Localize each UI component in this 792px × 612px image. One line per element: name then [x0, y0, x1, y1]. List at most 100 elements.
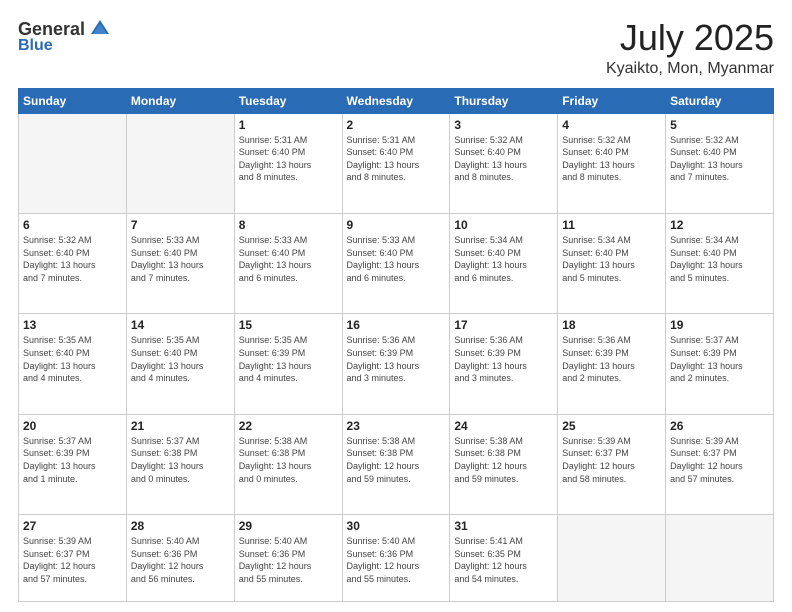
day-number: 19 [670, 318, 769, 332]
table-row: 15 Sunrise: 5:35 AM Sunset: 6:39 PM Dayli… [234, 314, 342, 414]
day-info: Sunrise: 5:39 AM Sunset: 6:37 PM Dayligh… [23, 535, 122, 585]
table-row [126, 113, 234, 213]
calendar-header-row: Sunday Monday Tuesday Wednesday Thursday… [19, 88, 774, 113]
day-info: Sunrise: 5:34 AM Sunset: 6:40 PM Dayligh… [562, 234, 661, 284]
day-number: 6 [23, 218, 122, 232]
day-number: 11 [562, 218, 661, 232]
day-info: Sunrise: 5:40 AM Sunset: 6:36 PM Dayligh… [131, 535, 230, 585]
day-number: 13 [23, 318, 122, 332]
day-number: 18 [562, 318, 661, 332]
day-number: 31 [454, 519, 553, 533]
day-number: 24 [454, 419, 553, 433]
day-info: Sunrise: 5:33 AM Sunset: 6:40 PM Dayligh… [131, 234, 230, 284]
day-number: 3 [454, 118, 553, 132]
location-subtitle: Kyaikto, Mon, Myanmar [606, 60, 774, 78]
table-row: 17 Sunrise: 5:36 AM Sunset: 6:39 PM Dayli… [450, 314, 558, 414]
header-tuesday: Tuesday [234, 88, 342, 113]
day-info: Sunrise: 5:37 AM Sunset: 6:38 PM Dayligh… [131, 435, 230, 485]
day-number: 15 [239, 318, 338, 332]
day-info: Sunrise: 5:40 AM Sunset: 6:36 PM Dayligh… [347, 535, 446, 585]
day-info: Sunrise: 5:35 AM Sunset: 6:39 PM Dayligh… [239, 334, 338, 384]
day-info: Sunrise: 5:37 AM Sunset: 6:39 PM Dayligh… [670, 334, 769, 384]
day-number: 28 [131, 519, 230, 533]
header: General Blue July 2025 Kyaikto, Mon, Mya… [18, 18, 774, 78]
day-info: Sunrise: 5:34 AM Sunset: 6:40 PM Dayligh… [670, 234, 769, 284]
day-number: 17 [454, 318, 553, 332]
day-info: Sunrise: 5:37 AM Sunset: 6:39 PM Dayligh… [23, 435, 122, 485]
header-sunday: Sunday [19, 88, 127, 113]
table-row: 20 Sunrise: 5:37 AM Sunset: 6:39 PM Dayli… [19, 414, 127, 514]
table-row: 24 Sunrise: 5:38 AM Sunset: 6:38 PM Dayli… [450, 414, 558, 514]
table-row: 10Sunrise: 5:34 AM Sunset: 6:40 PM Dayli… [450, 214, 558, 314]
day-info: Sunrise: 5:39 AM Sunset: 6:37 PM Dayligh… [670, 435, 769, 485]
day-number: 21 [131, 419, 230, 433]
day-info: Sunrise: 5:38 AM Sunset: 6:38 PM Dayligh… [454, 435, 553, 485]
day-info: Sunrise: 5:38 AM Sunset: 6:38 PM Dayligh… [347, 435, 446, 485]
day-info: Sunrise: 5:38 AM Sunset: 6:38 PM Dayligh… [239, 435, 338, 485]
header-saturday: Saturday [666, 88, 774, 113]
header-friday: Friday [558, 88, 666, 113]
day-info: Sunrise: 5:34 AM Sunset: 6:40 PM Dayligh… [454, 234, 553, 284]
day-number: 7 [131, 218, 230, 232]
day-info: Sunrise: 5:36 AM Sunset: 6:39 PM Dayligh… [454, 334, 553, 384]
table-row: 6 Sunrise: 5:32 AM Sunset: 6:40 PM Daylig… [19, 214, 127, 314]
table-row: 26Sunrise: 5:39 AM Sunset: 6:37 PM Dayli… [666, 414, 774, 514]
table-row: 9Sunrise: 5:33 AM Sunset: 6:40 PM Daylig… [342, 214, 450, 314]
day-number: 14 [131, 318, 230, 332]
table-row [19, 113, 127, 213]
table-row: 25 Sunrise: 5:39 AM Sunset: 6:37 PM Dayli… [558, 414, 666, 514]
day-info: Sunrise: 5:36 AM Sunset: 6:39 PM Dayligh… [347, 334, 446, 384]
table-row: 8 Sunrise: 5:33 AM Sunset: 6:40 PM Daylig… [234, 214, 342, 314]
table-row: 11 Sunrise: 5:34 AM Sunset: 6:40 PM Dayli… [558, 214, 666, 314]
day-number: 22 [239, 419, 338, 433]
day-info: Sunrise: 5:39 AM Sunset: 6:37 PM Dayligh… [562, 435, 661, 485]
day-number: 16 [347, 318, 446, 332]
day-info: Sunrise: 5:35 AM Sunset: 6:40 PM Dayligh… [131, 334, 230, 384]
day-number: 27 [23, 519, 122, 533]
table-row: 22 Sunrise: 5:38 AM Sunset: 6:38 PM Dayli… [234, 414, 342, 514]
day-info: Sunrise: 5:32 AM Sunset: 6:40 PM Dayligh… [670, 134, 769, 184]
table-row: 19 Sunrise: 5:37 AM Sunset: 6:39 PM Dayli… [666, 314, 774, 414]
day-number: 30 [347, 519, 446, 533]
table-row: 14 Sunrise: 5:35 AM Sunset: 6:40 PM Dayli… [126, 314, 234, 414]
day-info: Sunrise: 5:36 AM Sunset: 6:39 PM Dayligh… [562, 334, 661, 384]
table-row: 1 Sunrise: 5:31 AM Sunset: 6:40 PM Daylig… [234, 113, 342, 213]
table-row: 18 Sunrise: 5:36 AM Sunset: 6:39 PM Dayli… [558, 314, 666, 414]
day-number: 1 [239, 118, 338, 132]
day-info: Sunrise: 5:32 AM Sunset: 6:40 PM Dayligh… [562, 134, 661, 184]
day-number: 8 [239, 218, 338, 232]
header-thursday: Thursday [450, 88, 558, 113]
logo-blue-text: Blue [18, 37, 53, 55]
title-block: July 2025 Kyaikto, Mon, Myanmar [606, 18, 774, 78]
table-row [666, 515, 774, 602]
page: General Blue July 2025 Kyaikto, Mon, Mya… [0, 0, 792, 612]
table-row: 31 Sunrise: 5:41 AM Sunset: 6:35 PM Dayli… [450, 515, 558, 602]
day-info: Sunrise: 5:31 AM Sunset: 6:40 PM Dayligh… [239, 134, 338, 184]
day-number: 5 [670, 118, 769, 132]
table-row: 27 Sunrise: 5:39 AM Sunset: 6:37 PM Dayli… [19, 515, 127, 602]
day-number: 29 [239, 519, 338, 533]
day-number: 4 [562, 118, 661, 132]
day-number: 23 [347, 419, 446, 433]
table-row: 16 Sunrise: 5:36 AM Sunset: 6:39 PM Dayli… [342, 314, 450, 414]
table-row: 23 Sunrise: 5:38 AM Sunset: 6:38 PM Dayli… [342, 414, 450, 514]
table-row: 13Sunrise: 5:35 AM Sunset: 6:40 PM Dayli… [19, 314, 127, 414]
logo: General Blue [18, 18, 111, 55]
day-info: Sunrise: 5:32 AM Sunset: 6:40 PM Dayligh… [23, 234, 122, 284]
day-number: 20 [23, 419, 122, 433]
day-info: Sunrise: 5:41 AM Sunset: 6:35 PM Dayligh… [454, 535, 553, 585]
day-number: 12 [670, 218, 769, 232]
day-info: Sunrise: 5:40 AM Sunset: 6:36 PM Dayligh… [239, 535, 338, 585]
day-number: 25 [562, 419, 661, 433]
table-row: 30 Sunrise: 5:40 AM Sunset: 6:36 PM Dayli… [342, 515, 450, 602]
table-row: 2Sunrise: 5:31 AM Sunset: 6:40 PM Daylig… [342, 113, 450, 213]
table-row: 5 Sunrise: 5:32 AM Sunset: 6:40 PM Daylig… [666, 113, 774, 213]
day-info: Sunrise: 5:31 AM Sunset: 6:40 PM Dayligh… [347, 134, 446, 184]
table-row: 29 Sunrise: 5:40 AM Sunset: 6:36 PM Dayli… [234, 515, 342, 602]
header-wednesday: Wednesday [342, 88, 450, 113]
header-monday: Monday [126, 88, 234, 113]
month-year-title: July 2025 [606, 18, 774, 58]
day-number: 9 [347, 218, 446, 232]
day-info: Sunrise: 5:33 AM Sunset: 6:40 PM Dayligh… [239, 234, 338, 284]
day-info: Sunrise: 5:32 AM Sunset: 6:40 PM Dayligh… [454, 134, 553, 184]
